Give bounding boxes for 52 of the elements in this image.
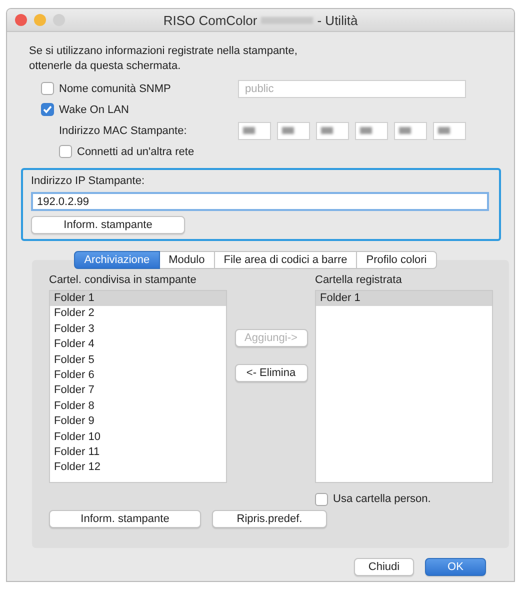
list-item[interactable]: Folder 9 bbox=[50, 414, 226, 430]
tab[interactable]: File area di codici a barre bbox=[214, 251, 358, 269]
intro-text: Se si utilizzano informazioni registrate nella stampante, ottenerle da questa schermata. bbox=[29, 44, 298, 74]
list-item[interactable]: Folder 6 bbox=[50, 368, 226, 384]
checkbox-label: Wake On LAN bbox=[59, 104, 129, 116]
window-title: RISO ComColor bbox=[163, 12, 258, 28]
list-title: Cartel. condivisa in stampante bbox=[49, 274, 198, 288]
list-item[interactable]: Folder 1 bbox=[50, 291, 226, 306]
ip-field[interactable]: 192.0.2.99 bbox=[31, 192, 489, 211]
mac-field[interactable] bbox=[355, 122, 388, 140]
list-item[interactable]: Folder 8 bbox=[50, 398, 226, 414]
mac-field[interactable] bbox=[238, 122, 271, 140]
tab[interactable]: Profilo colori bbox=[357, 251, 437, 269]
list-item[interactable]: Folder 4 bbox=[50, 337, 226, 353]
move-button[interactable]: <- Elimina bbox=[234, 364, 308, 382]
panel-button[interactable]: Inform. stampante bbox=[49, 510, 201, 528]
list-item[interactable]: Folder 12 bbox=[50, 460, 226, 476]
list-item[interactable]: Folder 11 bbox=[50, 444, 226, 460]
tab[interactable]: Archiviazione bbox=[74, 251, 160, 269]
close-icon[interactable] bbox=[15, 14, 27, 26]
checkbox-label: Connetti ad un'altra rete bbox=[77, 146, 194, 158]
list-item[interactable]: Folder 5 bbox=[50, 352, 226, 368]
printer-info-button[interactable]: Inform. stampante bbox=[31, 216, 185, 234]
mac-field[interactable] bbox=[433, 122, 466, 140]
snmp-field[interactable]: public bbox=[238, 80, 466, 98]
ip-label: Indirizzo IP Stampante: bbox=[31, 175, 146, 187]
blurred-text bbox=[261, 16, 314, 24]
checkbox[interactable] bbox=[41, 103, 54, 116]
checkbox[interactable] bbox=[41, 82, 54, 95]
registered-folder-list[interactable]: Folder 1 bbox=[315, 290, 493, 483]
checkbox[interactable] bbox=[59, 145, 72, 158]
list-item[interactable]: Folder 2 bbox=[50, 306, 226, 322]
tab[interactable]: Modulo bbox=[160, 251, 215, 269]
list-item[interactable]: Folder 7 bbox=[50, 383, 226, 399]
checkbox-label: Nome comunità SNMP bbox=[59, 82, 171, 94]
mac-label: Indirizzo MAC Stampante: bbox=[59, 124, 187, 136]
list-item[interactable]: Folder 1 bbox=[316, 291, 492, 306]
mac-field[interactable] bbox=[394, 122, 427, 140]
checkbox-label: Usa cartella person. bbox=[333, 493, 431, 505]
ok-button[interactable]: OK bbox=[425, 558, 486, 576]
panel-button[interactable]: Ripris.predef. bbox=[212, 510, 327, 528]
window-title-suffix: - Utilità bbox=[317, 12, 358, 28]
mac-field[interactable] bbox=[316, 122, 349, 140]
list-title: Cartella registrata bbox=[315, 274, 403, 288]
checkmark-icon bbox=[43, 105, 52, 114]
close-button[interactable]: Chiudi bbox=[354, 558, 414, 576]
minimize-icon[interactable] bbox=[34, 14, 46, 26]
list-item[interactable]: Folder 10 bbox=[50, 430, 226, 445]
shared-folder-list[interactable]: Folder 1 Folder 2 Folder 3 Folder 4 Folder 5 Folder 6 Folder 7 Folder 8 Folder 9 Folder 10 Folder 11 Folder 12 bbox=[49, 290, 227, 483]
mac-field[interactable] bbox=[277, 122, 310, 140]
checkbox[interactable] bbox=[315, 492, 328, 506]
list-item[interactable]: Folder 3 bbox=[50, 322, 226, 338]
